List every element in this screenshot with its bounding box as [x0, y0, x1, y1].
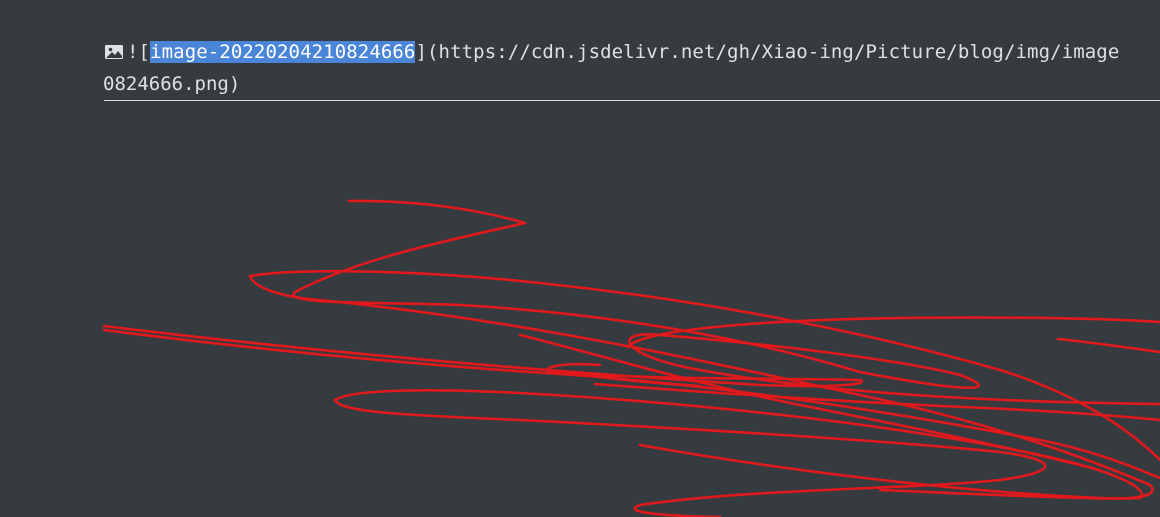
- scribble-stroke: [1056, 337, 1160, 354]
- scribble-stroke: [333, 398, 1047, 517]
- scribble-stroke: [292, 199, 1160, 406]
- red-scribble-annotation: [102, 199, 1160, 517]
- scribble-stroke: [102, 328, 1160, 480]
- markdown-editor[interactable]: ![image-20220204210824666](https://cdn.j…: [0, 0, 1160, 517]
- scribble-stroke: [333, 389, 1143, 500]
- scribble-stroke: [248, 269, 1160, 462]
